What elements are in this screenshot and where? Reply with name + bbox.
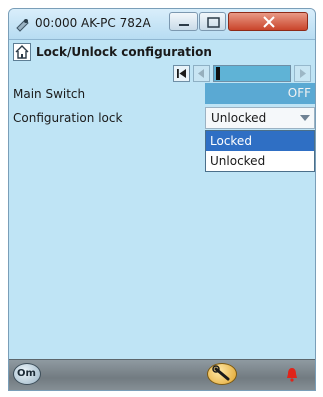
- main-switch-value[interactable]: OFF: [205, 83, 315, 104]
- bottom-toolbar: Om: [9, 359, 315, 390]
- main-switch-value-text: OFF: [287, 86, 311, 100]
- previous-page-button[interactable]: [193, 65, 210, 82]
- om-button[interactable]: Om: [13, 363, 41, 385]
- remote-icon: [15, 16, 31, 32]
- page-navigator: [173, 65, 315, 82]
- bell-icon[interactable]: [285, 366, 299, 382]
- wrench-icon: [212, 365, 230, 381]
- skip-first-icon: [177, 69, 186, 78]
- title-bar: 00:000 AK-PC 782A: [9, 9, 315, 40]
- page-scroll-thumb[interactable]: [216, 67, 220, 80]
- next-page-button[interactable]: [294, 65, 311, 82]
- page-title: Lock/Unlock configuration: [36, 45, 212, 59]
- dropdown-option-unlocked[interactable]: Unlocked: [206, 151, 314, 171]
- configuration-lock-select[interactable]: Unlocked: [205, 107, 315, 129]
- page-scroll-track[interactable]: [213, 65, 291, 82]
- first-page-button[interactable]: [173, 65, 190, 82]
- page-header: Lock/Unlock configuration: [9, 40, 315, 64]
- maximize-button[interactable]: [199, 12, 226, 31]
- chevron-down-icon: [300, 115, 310, 121]
- tools-button[interactable]: [207, 363, 237, 385]
- dropdown-option-locked[interactable]: Locked: [206, 131, 314, 151]
- close-button[interactable]: [228, 12, 308, 31]
- configuration-lock-label: Configuration lock: [13, 111, 123, 125]
- configuration-lock-dropdown: Locked Unlocked: [205, 130, 315, 172]
- previous-icon: [198, 69, 204, 78]
- om-button-label: Om: [17, 368, 36, 379]
- configuration-lock-value: Unlocked: [211, 111, 267, 125]
- window-title: 00:000 AK-PC 782A: [35, 16, 151, 30]
- app-window: 00:000 AK-PC 782A Lock/Unlock configurat…: [8, 8, 316, 391]
- minimize-button[interactable]: [169, 12, 198, 31]
- next-icon: [300, 69, 306, 78]
- main-switch-label: Main Switch: [13, 87, 86, 101]
- home-icon[interactable]: [13, 43, 31, 61]
